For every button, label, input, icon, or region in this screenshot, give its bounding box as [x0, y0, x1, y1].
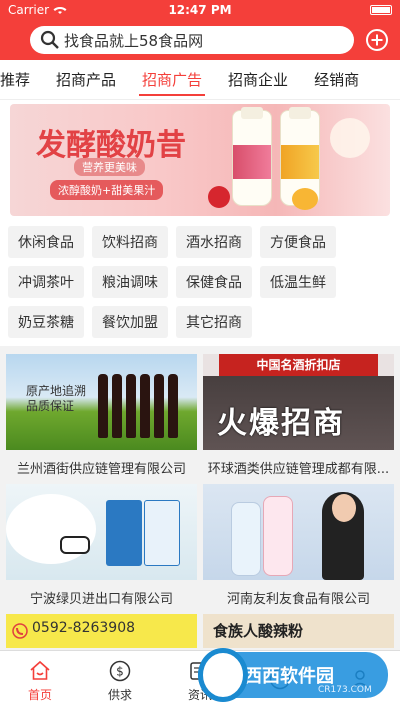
company-grid: 原产地追溯 品质保证 兰州酒街供应链管理有限公司 中国名酒折扣店 火爆招商 环球…	[0, 346, 400, 648]
company-image	[6, 484, 197, 580]
company-card[interactable]: 宁波绿贝进出口有限公司	[6, 484, 197, 608]
phone-icon	[12, 623, 28, 639]
tab-products[interactable]: 招商产品	[43, 60, 129, 99]
category-liquor[interactable]: 酒水招商	[176, 226, 252, 258]
watermark: 西西软件园 CR173.COM	[198, 648, 388, 702]
category-other[interactable]: 其它招商	[176, 306, 252, 338]
banner-image: 发酵酸奶昔 营养更美味 浓醇酸奶+甜美果汁	[10, 104, 390, 216]
dollar-icon: $	[109, 660, 131, 681]
company-name: 宁波绿贝进出口有限公司	[29, 592, 173, 607]
watermark-url: CR173.COM	[318, 685, 372, 695]
bottom-tab-bar: 首页 $ 供求 资讯 西西软件园 CR173.COM	[0, 648, 400, 710]
clock: 12:47 PM	[168, 3, 232, 17]
company-name: 河南友利友食品有限公司	[226, 592, 370, 607]
tab-companies[interactable]: 招商企业	[215, 60, 301, 99]
tab-home[interactable]: 首页	[0, 651, 80, 710]
strawberry-image	[208, 186, 230, 208]
category-snacks[interactable]: 休闲食品	[8, 226, 84, 258]
tab-dealers[interactable]: 经销商	[301, 60, 372, 99]
search-placeholder: 找食品就上58食品网	[64, 31, 204, 50]
header-bar: 找食品就上58食品网	[0, 20, 400, 60]
category-health[interactable]: 保健食品	[176, 266, 252, 298]
company-image	[203, 484, 394, 580]
banner-tagline: 浓醇酸奶+甜美果汁	[50, 180, 164, 200]
company-name: 兰州酒街供应链管理有限公司	[16, 462, 186, 477]
store-sign: 中国名酒折扣店	[219, 354, 378, 376]
tab-ads[interactable]: 招商广告	[129, 60, 215, 99]
search-input[interactable]: 找食品就上58食品网	[30, 26, 354, 54]
category-catering[interactable]: 餐饮加盟	[92, 306, 168, 338]
company-image: 原产地追溯 品质保证	[6, 354, 197, 450]
bottle-image	[232, 107, 272, 206]
company-card[interactable]: 河南友利友食品有限公司	[203, 484, 394, 608]
category-grid: 休闲食品 饮料招商 酒水招商 方便食品 冲调茶叶 粮油调味 保健食品 低温生鲜 …	[0, 220, 400, 346]
image-caption: 原产地追溯 品质保证	[26, 384, 87, 413]
add-icon[interactable]	[364, 27, 390, 53]
home-icon	[30, 660, 50, 680]
image-caption: 0592-8263908	[32, 620, 136, 636]
company-name: 环球酒类供应链管理成都有限...	[207, 462, 390, 477]
category-dairy[interactable]: 奶豆茶糖	[8, 306, 84, 338]
company-card[interactable]: 食族人酸辣粉	[203, 614, 394, 648]
tab-recommend[interactable]: 推荐	[0, 60, 43, 99]
company-card[interactable]: 中国名酒折扣店 火爆招商 环球酒类供应链管理成都有限...	[203, 354, 394, 478]
status-bar: Carrier 12:47 PM	[0, 0, 400, 20]
image-caption: 火爆招商	[217, 406, 345, 441]
svg-text:$: $	[116, 664, 124, 678]
company-card[interactable]: 原产地追溯 品质保证 兰州酒街供应链管理有限公司	[6, 354, 197, 478]
tab-home-label: 首页	[27, 687, 52, 702]
category-convenience[interactable]: 方便食品	[260, 226, 336, 258]
banner-subtitle: 营养更美味	[74, 158, 145, 176]
mango-image	[292, 188, 318, 210]
company-image: 0592-8263908	[6, 614, 197, 648]
tab-supply[interactable]: $ 供求	[80, 651, 160, 710]
category-grain-oil[interactable]: 粮油调味	[92, 266, 168, 298]
search-icon	[40, 30, 59, 49]
battery-icon	[370, 5, 392, 15]
company-image: 食族人酸辣粉	[203, 614, 394, 648]
category-fresh[interactable]: 低温生鲜	[260, 266, 336, 298]
splash-image	[330, 118, 370, 158]
tab-supply-label: 供求	[107, 687, 132, 702]
company-image: 中国名酒折扣店 火爆招商	[203, 354, 394, 450]
company-card[interactable]: 0592-8263908	[6, 614, 197, 648]
category-tea[interactable]: 冲调茶叶	[8, 266, 84, 298]
category-tabs: 推荐 招商产品 招商广告 招商企业 经销商	[0, 60, 400, 100]
banner[interactable]: 发酵酸奶昔 营养更美味 浓醇酸奶+甜美果汁	[0, 100, 400, 220]
watermark-logo-icon	[198, 648, 248, 702]
image-caption: 食族人酸辣粉	[213, 622, 304, 640]
category-beverages[interactable]: 饮料招商	[92, 226, 168, 258]
